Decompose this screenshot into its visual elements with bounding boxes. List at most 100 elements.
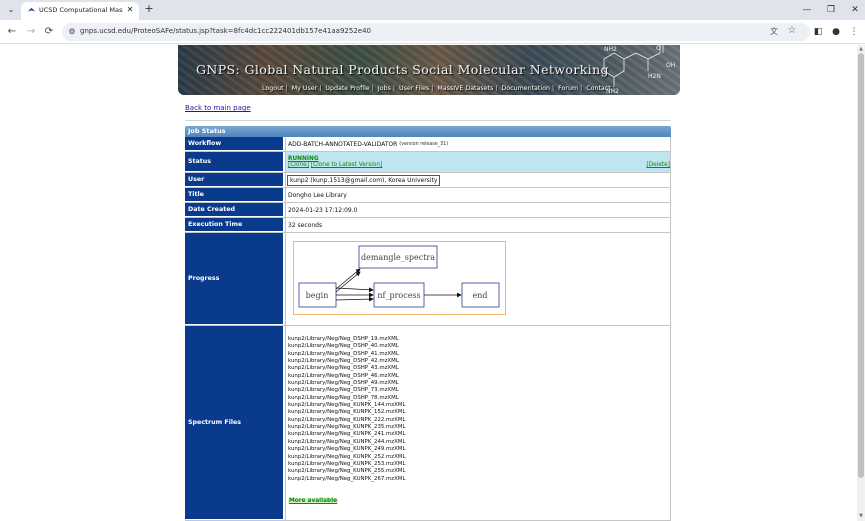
spectrum-file-item: kunp2/Library/Neg/Neg_DSHP_42.mzXML — [288, 358, 399, 365]
title-label: Title — [185, 188, 283, 202]
new-tab-icon[interactable]: + — [143, 3, 155, 15]
spectrum-file-item: kunp2/Library/Neg/Neg_KUNPK_152.mzXML — [288, 409, 406, 416]
spectrum-file-item: kunp2/Library/Neg/Neg_KUNPK_144.mzXML — [288, 402, 406, 409]
spectrum-file-item: kunp2/Library/Neg/Neg_DSHP_49.mzXML — [288, 380, 399, 387]
nav-user-files[interactable]: User Files — [399, 85, 429, 92]
sidebar-icon[interactable]: ◧ — [812, 26, 824, 38]
svg-text:OH: OH — [666, 62, 675, 69]
svg-text:O: O — [656, 45, 661, 52]
site-favicon-icon — [27, 7, 36, 12]
tab-title: UCSD Computational Mass Sp — [39, 6, 123, 14]
address-bar[interactable]: ⚙ gnps.ucsd.edu/ProteoSAFe/status.jsp?ta… — [62, 23, 810, 41]
row-user: User kunp2 (kunp.1513@gmail.com), Korea … — [185, 173, 671, 188]
nav-massive-datasets[interactable]: MassIVE Datasets — [437, 85, 493, 92]
spectrum-file-item: kunp2/Library/Neg/Neg_KUNPK_252.mzXML — [288, 453, 406, 460]
node-demangle-label: demangle_spectra — [361, 253, 435, 262]
site-info-icon[interactable]: ⚙ — [67, 27, 77, 37]
title-value: Dongho Lee Library — [285, 188, 671, 202]
banner-title: GNPS: Global Natural Products Social Mol… — [196, 62, 609, 77]
scroll-up-icon[interactable]: ▲ — [858, 46, 864, 52]
clone-link[interactable]: [Clone] — [288, 162, 309, 168]
translate-icon[interactable]: 文 — [768, 26, 780, 38]
date-created-label: Date Created — [185, 203, 283, 217]
user-label: User — [185, 173, 283, 187]
tab-strip: ⌄ UCSD Computational Mass Sp ✕ + — ❐ ✕ — [0, 0, 865, 20]
tab-search-icon[interactable]: ⌄ — [4, 4, 18, 16]
row-status: Status RUNNING [Clone] [Clone to Latest … — [185, 152, 671, 173]
progress-value: demangle_spectra begin nf_process end — [285, 233, 671, 325]
node-process-label: nf_process — [377, 291, 420, 300]
clone-latest-link[interactable]: [Clone to Latest Version] — [311, 162, 383, 168]
profile-icon[interactable]: ● — [830, 26, 842, 38]
tab-active[interactable]: UCSD Computational Mass Sp ✕ — [21, 2, 139, 20]
row-date-created: Date Created 2024-01-23 17:12:09.0 — [185, 203, 671, 218]
svg-text:H2N: H2N — [648, 73, 661, 80]
spectrum-files-label: Spectrum Files — [185, 326, 283, 520]
url-text[interactable]: gnps.ucsd.edu/ProteoSAFe/status.jsp?task… — [80, 27, 371, 35]
date-created-value: 2024-01-23 17:12:09.0 — [285, 203, 671, 217]
spectrum-file-item: kunp2/Library/Neg/Neg_DSHP_19.mzXML — [288, 336, 399, 342]
scroll-down-icon[interactable]: ▼ — [858, 513, 864, 519]
nav-my-user[interactable]: My User — [292, 85, 318, 92]
reload-icon[interactable]: ⟳ — [43, 26, 55, 38]
banner-nav: Logout | My User | Update Profile | Jobs | U… — [262, 85, 611, 92]
workflow-name: ADD-BATCH-ANNOTATED-VALIDATOR — [288, 140, 398, 148]
progress-label: Progress — [185, 233, 283, 325]
spectrum-file-item: kunp2/Library/Neg/Neg_KUNPK_235.mzXML — [288, 424, 406, 431]
spectrum-file-item: kunp2/Library/Neg/Neg_KUNPK_253.mzXML — [288, 460, 406, 467]
forward-arrow-icon[interactable]: → — [25, 26, 37, 38]
nav-update-profile[interactable]: Update Profile — [325, 85, 369, 92]
workflow-value: ADD-BATCH-ANNOTATED-VALIDATOR (version r… — [285, 137, 671, 151]
spectrum-file-item: kunp2/Library/Neg/Neg_KUNPK_222.mzXML — [288, 416, 406, 423]
execution-time-value: 32 seconds — [285, 218, 671, 232]
browser-toolbar: ← → ⟳ ⚙ gnps.ucsd.edu/ProteoSAFe/status.… — [0, 20, 865, 44]
spectrum-file-item: kunp2/Library/Neg/Neg_DSHP_41.mzXML — [288, 350, 399, 357]
spectrum-file-item: kunp2/Library/Neg/Neg_KUNPK_267.mzXML — [288, 475, 406, 482]
page-viewport: GNPS: Global Natural Products Social Mol… — [0, 45, 857, 521]
spectrum-file-item: kunp2/Library/Neg/Neg_KUNPK_241.mzXML — [288, 431, 406, 438]
nav-logout[interactable]: Logout — [262, 85, 284, 92]
workflow-label: Workflow — [185, 137, 283, 151]
status-label: Status — [185, 152, 283, 172]
back-to-main-link[interactable]: Back to main page — [185, 104, 251, 112]
workflow-version: (version release_31) — [399, 141, 449, 147]
spectrum-file-list: kunp2/Library/Neg/Neg_DSHP_19.mzXML kunp2… — [288, 336, 405, 483]
nav-jobs[interactable]: Jobs — [378, 85, 391, 92]
spectrum-file-item: kunp2/Library/Neg/Neg_KUNPK_249.mzXML — [288, 446, 406, 453]
row-workflow: Workflow ADD-BATCH-ANNOTATED-VALIDATOR (… — [185, 137, 671, 152]
workflow-graph: demangle_spectra begin nf_process end — [298, 245, 500, 308]
back-arrow-icon[interactable]: ← — [6, 26, 18, 38]
row-title: Title Dongho Lee Library — [185, 188, 671, 203]
delete-link[interactable]: [Delete] — [646, 162, 670, 168]
progress-diagram: demangle_spectra begin nf_process end — [293, 241, 506, 315]
restore-icon[interactable]: ❐ — [825, 4, 837, 16]
nav-documentation[interactable]: Documentation — [501, 85, 550, 92]
more-available-link[interactable]: More available — [288, 498, 339, 504]
scroll-thumb[interactable] — [858, 53, 864, 478]
minimize-icon[interactable]: — — [801, 4, 813, 16]
bookmark-star-icon[interactable]: ☆ — [786, 25, 798, 37]
close-window-icon[interactable]: ✕ — [849, 4, 861, 16]
page-scrollbar[interactable]: ▲ ▼ — [857, 45, 865, 521]
spectrum-file-item: kunp2/Library/Neg/Neg_DSHP_43.mzXML — [288, 365, 399, 372]
spectrum-file-item: kunp2/Library/Neg/Neg_KUNPK_255.mzXML — [288, 468, 406, 475]
row-spectrum-files: Spectrum Files kunp2/Library/Neg/Neg_DSH… — [185, 326, 671, 521]
nav-forum[interactable]: Forum — [558, 85, 578, 92]
row-progress: Progress demangle_spectra begin nf_proce… — [185, 233, 671, 326]
menu-kebab-icon[interactable]: ⋮ — [848, 26, 860, 38]
status-value: RUNNING [Clone] [Clone to Latest Version… — [285, 152, 671, 172]
spectrum-file-item: kunp2/Library/Neg/Neg_DSHP_73.mzXML — [288, 387, 399, 394]
svg-text:NH2: NH2 — [604, 46, 617, 53]
svg-text:NH2: NH2 — [606, 88, 619, 95]
gnps-banner: GNPS: Global Natural Products Social Mol… — [178, 45, 680, 95]
divider — [185, 120, 671, 121]
row-execution-time: Execution Time 32 seconds — [185, 218, 671, 233]
execution-time-label: Execution Time — [185, 218, 283, 232]
spectrum-file-item: kunp2/Library/Neg/Neg_DSHP_40.mzXML — [288, 343, 399, 350]
spectrum-file-item: kunp2/Library/Neg/Neg_DSHP_78.mzXML — [288, 394, 399, 401]
close-tab-icon[interactable]: ✕ — [125, 5, 135, 15]
spectrum-files-value: kunp2/Library/Neg/Neg_DSHP_19.mzXML kunp2… — [285, 326, 671, 520]
job-status-header: Job Status — [185, 126, 671, 137]
molecule-structure-icon: NH2 OH H2N O NH2 — [603, 45, 675, 95]
user-value-cell: kunp2 (kunp.1513@gmail.com), Korea Unive… — [285, 173, 671, 187]
